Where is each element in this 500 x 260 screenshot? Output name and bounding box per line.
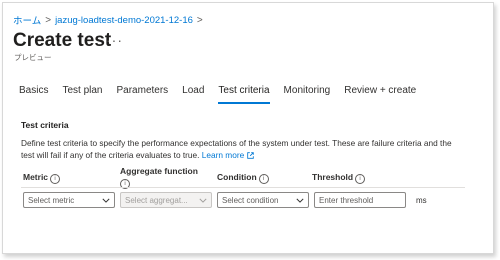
metric-dropdown-value: Select metric: [28, 195, 75, 205]
header-divider: [21, 187, 465, 188]
tab-test-criteria[interactable]: Test criteria: [218, 85, 270, 104]
aggregate-dropdown-value: Select aggregat...: [125, 195, 188, 205]
threshold-input[interactable]: [314, 192, 406, 208]
tab-monitoring[interactable]: Monitoring: [284, 85, 331, 104]
threshold-column-header: Threshold i: [312, 172, 366, 184]
condition-column-header: Condition i: [217, 172, 269, 184]
info-icon[interactable]: i: [355, 174, 366, 184]
info-icon[interactable]: i: [50, 174, 61, 184]
section-title: Test criteria: [21, 120, 69, 130]
learn-more-label: Learn more: [201, 150, 245, 160]
breadcrumb: ホーム > jazug-loadtest-demo-2021-12-16 >: [13, 13, 203, 28]
more-options-button[interactable]: ···: [106, 32, 123, 48]
page-title: Create test: [13, 30, 112, 51]
tab-bar: Basics Test plan Parameters Load Test cr…: [19, 85, 430, 104]
condition-dropdown-value: Select condition: [222, 195, 279, 205]
tab-review-create[interactable]: Review + create: [344, 85, 416, 104]
preview-subtitle: プレビュー: [14, 53, 52, 62]
chevron-down-icon: [102, 198, 110, 203]
metric-column-label: Metric: [23, 172, 49, 182]
info-icon[interactable]: i: [258, 174, 269, 184]
tab-parameters[interactable]: Parameters: [116, 85, 168, 104]
external-link-icon: [246, 152, 254, 159]
threshold-column-label: Threshold: [312, 172, 354, 182]
aggregate-column-header: Aggregate function i: [120, 166, 215, 189]
section-description: Define test criteria to specify the perf…: [21, 137, 461, 161]
condition-dropdown[interactable]: Select condition: [217, 192, 309, 208]
metric-column-header: Metric i: [23, 172, 61, 184]
threshold-unit: ms: [416, 196, 427, 205]
tab-test-plan[interactable]: Test plan: [62, 85, 102, 104]
breadcrumb-home-link[interactable]: ホーム: [13, 13, 41, 27]
breadcrumb-separator: >: [196, 14, 203, 26]
chevron-down-icon: [296, 198, 304, 203]
tab-load[interactable]: Load: [182, 85, 204, 104]
breadcrumb-resource-link[interactable]: jazug-loadtest-demo-2021-12-16: [55, 15, 193, 26]
breadcrumb-separator: >: [45, 14, 52, 26]
tab-basics[interactable]: Basics: [19, 85, 48, 104]
chevron-down-icon: [199, 198, 207, 203]
learn-more-link[interactable]: Learn more: [202, 150, 254, 160]
aggregate-column-label: Aggregate function: [120, 166, 198, 176]
condition-column-label: Condition: [217, 172, 257, 182]
create-test-panel: ホーム > jazug-loadtest-demo-2021-12-16 > C…: [2, 2, 494, 254]
metric-dropdown[interactable]: Select metric: [23, 192, 115, 208]
aggregate-function-dropdown[interactable]: Select aggregat...: [120, 192, 212, 208]
